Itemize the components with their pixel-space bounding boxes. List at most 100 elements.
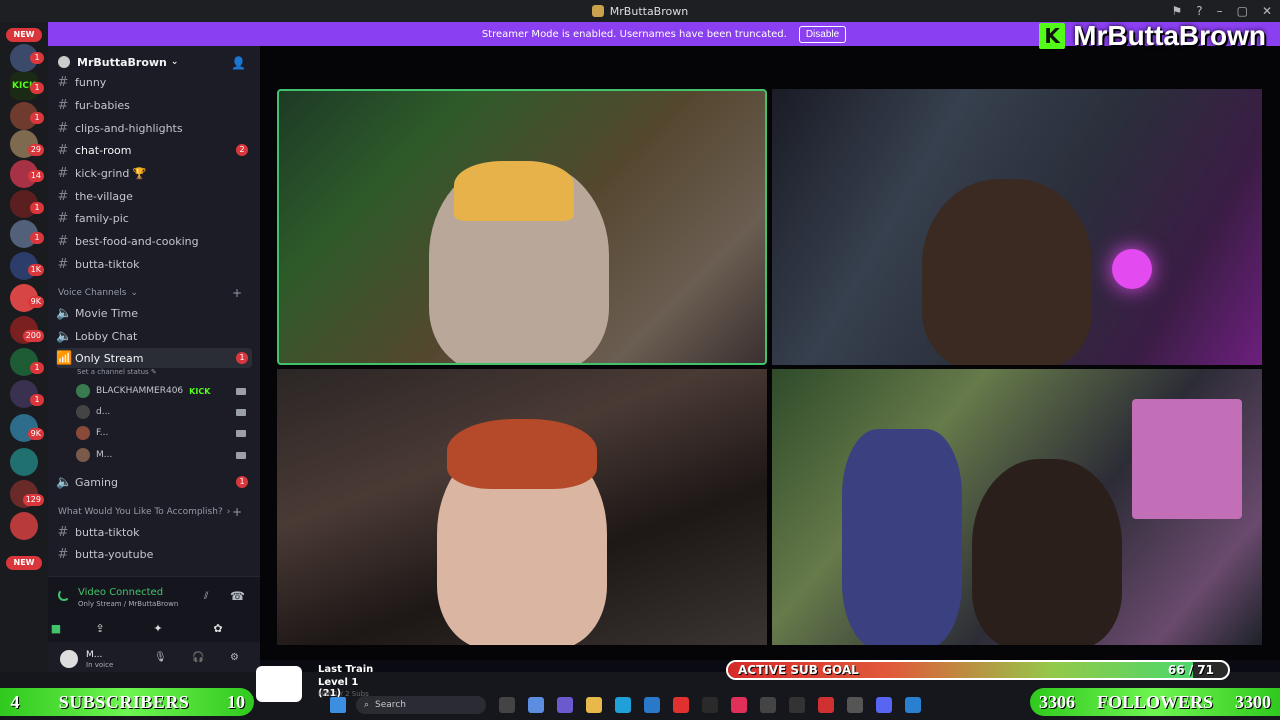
category-header[interactable]: What Would You Like To Accomplish? › + [58,505,252,519]
hash-icon: # [57,256,69,272]
unread-badge: 1 [30,82,44,94]
taskbar-search[interactable]: ⌕ Search [356,696,486,714]
channel-label: butta-tiktok [75,525,140,539]
avatar[interactable] [60,650,78,668]
tiktok-icon[interactable] [731,697,747,713]
windows-start-icon[interactable] [330,697,346,713]
unread-badge: 1K [27,264,44,276]
xbox-icon[interactable] [702,697,718,713]
search-icon: ⌕ [364,700,370,710]
channel-clips[interactable]: # clips-and-highlights [56,118,252,138]
screen-share-button[interactable]: ⇪ [84,619,116,637]
edge-icon[interactable] [615,697,631,713]
file-explorer-icon[interactable] [586,697,602,713]
channel-label: kick-grind 🏆 [75,166,147,180]
video-tile[interactable] [277,369,767,645]
voice-lobby-chat[interactable]: 🔈 Lobby Chat [56,326,252,346]
help-icon[interactable]: ? [1196,4,1202,18]
app-icon[interactable] [847,697,863,713]
hash-icon: # [57,120,69,136]
channel-status-prompt[interactable]: Set a channel status ✎ [77,368,157,376]
new-pill: NEW [6,28,42,42]
copilot-icon[interactable] [528,697,544,713]
unread-badge: 29 [27,144,44,156]
activities-button[interactable]: ✦ [142,619,174,637]
disconnect-icon[interactable]: ☎ [230,589,245,603]
server-rail: NEW 1 KICK 1 1 29 14 1 1 1K 9K 200 1 1 9… [0,22,48,672]
inbox-icon[interactable]: ⚑ [1171,4,1182,18]
subscribers-widget: 4 SUBSCRIBERS 10 [0,688,254,716]
server-icon[interactable] [10,448,38,476]
channel-best-food[interactable]: # best-food-and-cooking [56,231,252,251]
camera-icon [236,387,246,395]
task-view-icon[interactable] [499,697,515,713]
video-tile[interactable] [277,89,767,365]
video-tile[interactable] [772,369,1262,645]
unread-badge: 14 [27,170,44,182]
channel-butta-tiktok-2[interactable]: # butta-tiktok [56,522,252,542]
kick-logo-icon: K [1039,23,1066,49]
channel-kick-grind[interactable]: # kick-grind 🏆 [56,163,252,183]
microphone-icon[interactable]: 🎙 [154,652,167,663]
youtube-icon[interactable] [673,697,689,713]
channel-funny[interactable]: # funny [56,72,252,92]
server-icon[interactable] [10,512,38,540]
camera-toggle-button[interactable]: ■ [40,619,72,637]
disable-streamer-mode-button[interactable]: Disable [798,25,847,43]
maximize-button[interactable]: ▢ [1237,4,1248,18]
gear-icon[interactable]: ⚙ [230,652,239,663]
add-channel-icon[interactable]: + [232,505,242,519]
app-icon[interactable] [818,697,834,713]
voice-user-name: BLACKHAMMER406 [96,386,184,396]
camera-icon [236,408,246,416]
voice-movie-time[interactable]: 🔈 Movie Time [56,303,252,323]
pc-case [1132,399,1242,519]
voice-user-name: F... [96,428,109,438]
channel-butta-youtube[interactable]: # butta-youtube [56,544,252,564]
obs-icon[interactable] [760,697,776,713]
channel-family-pic[interactable]: # family-pic [56,208,252,228]
channel-label: Lobby Chat [75,329,138,343]
channel-chat-room[interactable]: # chat-room 2 [56,140,252,160]
app-icon[interactable] [905,697,921,713]
store-icon[interactable] [644,697,660,713]
voice-user[interactable]: F... [76,424,252,442]
video-tile[interactable] [772,89,1262,365]
sub-goal-count: 66 / 71 [1167,663,1214,677]
app-icon [591,5,604,17]
server-name: MrButtaBrown [77,55,167,69]
followers-goal: 3300 [1235,691,1271,712]
voice-location[interactable]: Only Stream / MrButtaBrown [78,600,178,608]
hash-icon: # [57,524,69,540]
mention-badge: 1 [236,352,248,364]
noise-suppression-icon[interactable]: ⫽ [204,591,208,602]
voice-only-stream[interactable]: 📶 Only Stream 1 [56,348,252,368]
app-icon[interactable] [789,697,805,713]
close-button[interactable]: ✕ [1262,4,1272,18]
signal-icon[interactable] [58,589,70,601]
title-bar: MrButtaBrown ⚑ ? – ▢ ✕ [0,0,1280,22]
chevron-down-icon: ⌄ [130,288,138,298]
voice-user[interactable]: d... [76,403,252,421]
voice-gaming[interactable]: 🔈 Gaming 1 [56,472,252,492]
voice-user[interactable]: M... [76,446,252,464]
voice-user[interactable]: BLACKHAMMER406 KICK [76,382,252,400]
channel-the-village[interactable]: # the-village [56,186,252,206]
soundboard-button[interactable]: ✿ [202,619,234,637]
chevron-down-icon: ⌄ [170,57,179,67]
search-placeholder: Search [375,700,406,710]
unread-badge: 1 [30,202,44,214]
chevron-right-icon: › [226,507,231,517]
channel-fur-babies[interactable]: # fur-babies [56,95,252,115]
category-label: What Would You Like To Accomplish? [58,507,223,517]
add-channel-icon[interactable]: + [232,286,242,300]
add-member-icon[interactable]: 👤 [231,56,246,70]
channel-butta-tiktok[interactable]: # butta-tiktok [56,254,252,274]
channel-label: butta-youtube [75,547,154,561]
headphones-icon[interactable]: 🎧 [192,652,204,663]
voice-category-header[interactable]: Voice Channels ⌄ + [58,286,252,300]
teams-icon[interactable] [557,697,573,713]
minimize-button[interactable]: – [1217,4,1223,18]
streamer-mode-text: Streamer Mode is enabled. Usernames have… [481,28,787,40]
discord-icon[interactable] [876,697,892,713]
